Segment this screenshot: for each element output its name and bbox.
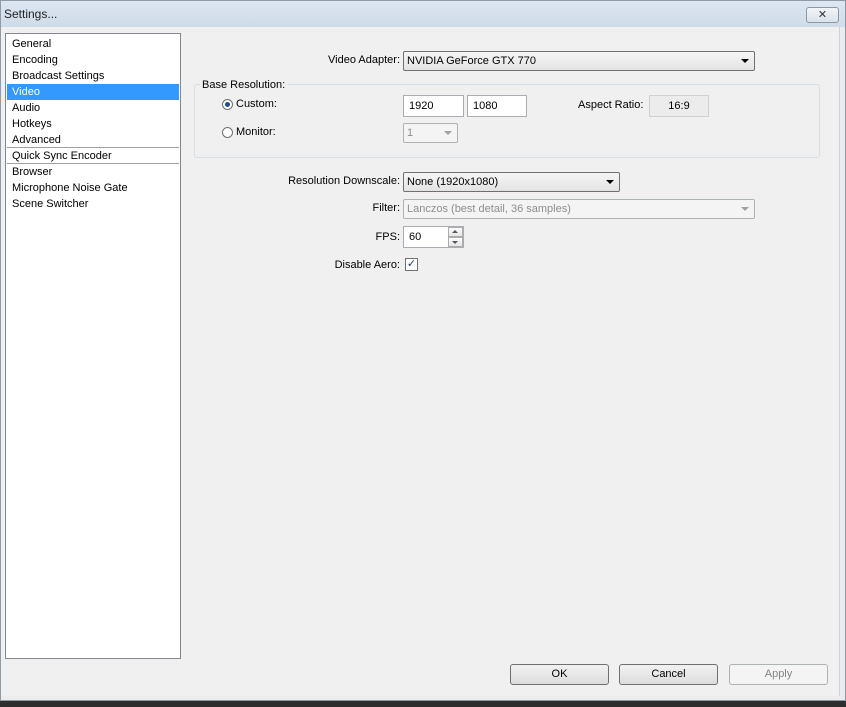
chevron-down-icon <box>741 207 749 211</box>
monitor-label[interactable]: Monitor: <box>236 126 276 138</box>
settings-category-list: General Encoding Broadcast Settings Vide… <box>5 33 181 659</box>
monitor-value: 1 <box>407 127 414 139</box>
fps-label: FPS: <box>375 231 400 243</box>
radio-selected-dot <box>225 102 230 107</box>
video-adapter-label: Video Adapter: <box>328 54 400 66</box>
base-resolution-label: Base Resolution: <box>200 79 288 91</box>
disable-aero-checkbox[interactable]: ✓ <box>405 258 418 271</box>
close-icon: ✕ <box>817 9 828 21</box>
sidebar-item-microphone-noise-gate[interactable]: Microphone Noise Gate <box>7 180 179 196</box>
fps-decrement-button[interactable] <box>448 237 463 247</box>
sidebar-item-browser[interactable]: Browser <box>7 164 179 180</box>
sidebar-item-scene-switcher[interactable]: Scene Switcher <box>7 196 179 212</box>
checkmark-icon: ✓ <box>406 258 417 270</box>
filter-dropdown[interactable]: Lanczos (best detail, 36 samples) <box>403 199 755 219</box>
sidebar-item-hotkeys[interactable]: Hotkeys <box>7 116 179 132</box>
sidebar-item-video[interactable]: Video <box>7 84 179 100</box>
custom-label[interactable]: Custom: <box>236 98 277 110</box>
video-adapter-value: NVIDIA GeForce GTX 770 <box>407 55 536 67</box>
resolution-downscale-value: None (1920x1080) <box>407 176 499 188</box>
filter-value: Lanczos (best detail, 36 samples) <box>407 203 571 215</box>
disable-aero-label: Disable Aero: <box>334 259 400 271</box>
custom-width-input[interactable]: 1920 <box>403 95 464 117</box>
custom-radio[interactable] <box>222 99 233 110</box>
close-button[interactable]: ✕ <box>806 7 839 23</box>
title-bar[interactable]: Settings... ✕ <box>1 1 845 27</box>
aspect-ratio-label: Aspect Ratio: <box>578 99 644 111</box>
dialog-body: General Encoding Broadcast Settings Vide… <box>1 27 840 696</box>
custom-height-input[interactable]: 1080 <box>467 95 527 117</box>
chevron-down-icon <box>741 59 749 63</box>
resolution-downscale-dropdown[interactable]: None (1920x1080) <box>403 172 620 192</box>
monitor-dropdown[interactable]: 1 <box>403 123 458 143</box>
sidebar-item-encoding[interactable]: Encoding <box>7 52 179 68</box>
monitor-radio[interactable] <box>222 127 233 138</box>
filter-label: Filter: <box>372 202 401 214</box>
ok-button[interactable]: OK <box>510 664 609 685</box>
sidebar-item-general[interactable]: General <box>7 36 179 52</box>
sidebar-item-audio[interactable]: Audio <box>7 100 179 116</box>
chevron-down-icon <box>606 180 614 184</box>
cancel-button[interactable]: Cancel <box>619 664 718 685</box>
sidebar-item-quick-sync-encoder[interactable]: Quick Sync Encoder <box>7 148 179 164</box>
sidebar-item-advanced[interactable]: Advanced <box>7 132 179 148</box>
resolution-downscale-label: Resolution Downscale: <box>288 175 400 187</box>
sidebar-item-broadcast-settings[interactable]: Broadcast Settings <box>7 68 179 84</box>
window-title: Settings... <box>4 7 58 21</box>
aspect-ratio-value: 16:9 <box>649 95 709 117</box>
chevron-down-icon <box>444 131 452 135</box>
fps-increment-button[interactable] <box>448 227 463 237</box>
video-adapter-dropdown[interactable]: NVIDIA GeForce GTX 770 <box>403 51 755 71</box>
settings-window: Settings... ✕ General Encoding Broadcast… <box>0 0 846 701</box>
apply-button[interactable]: Apply <box>729 664 828 685</box>
